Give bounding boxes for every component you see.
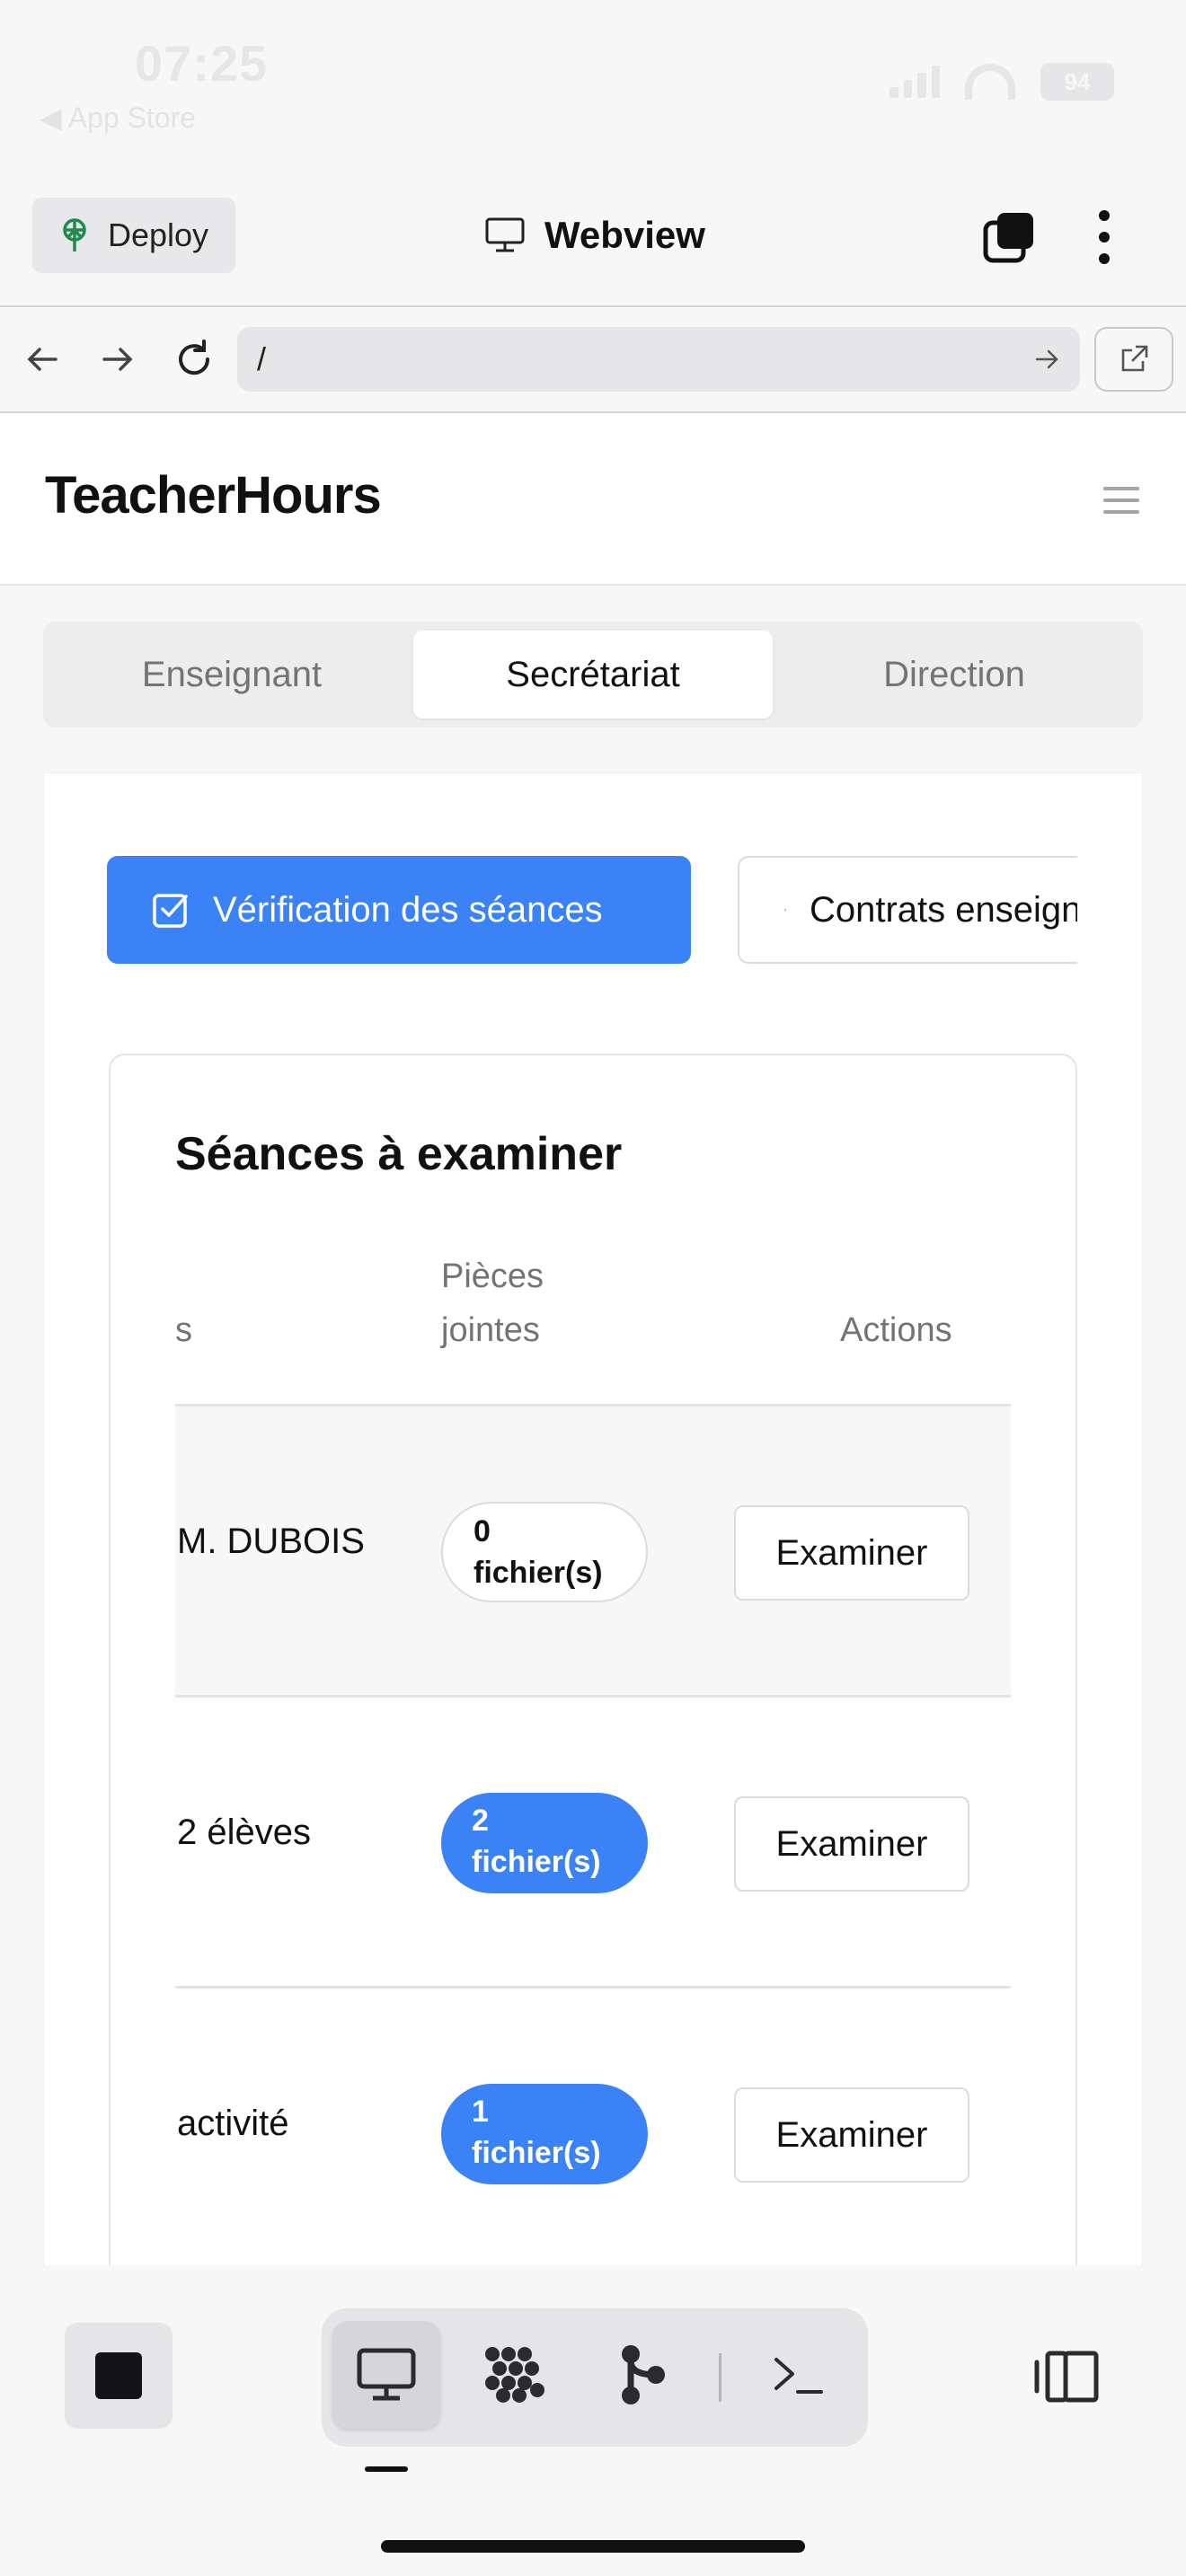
tab-secretariat[interactable]: Secrétariat [413, 631, 773, 719]
pane-title[interactable]: Webview [485, 214, 705, 257]
app-header: TeacherHours [0, 413, 1186, 586]
wifi-icon [965, 64, 1015, 100]
forward-icon[interactable] [92, 334, 142, 384]
attachments-badge: 2 fichier(s) [441, 1793, 648, 1893]
teacher-contracts-label: Contrats enseignants [809, 889, 1077, 930]
webview-tool-icon[interactable] [332, 2321, 440, 2429]
table-row[interactable]: 2 élèves 2 fichier(s) Examiner [175, 1698, 1011, 1989]
back-to-app-link[interactable]: ◀ App Store [40, 101, 196, 135]
open-external-icon [1121, 345, 1148, 372]
secretariat-panel: Vérification des séances Contrats enseig… [43, 772, 1143, 2265]
tool-separator [719, 2353, 721, 2402]
deploy-button[interactable]: Deploy [32, 198, 235, 273]
status-time: 07:25 [135, 35, 269, 92]
column-header-actions: Actions [840, 1311, 952, 1349]
stop-icon [95, 2352, 142, 2399]
tab-direction[interactable]: Direction [774, 631, 1134, 719]
examine-button[interactable]: Examiner [734, 1505, 969, 1601]
tab-enseignant[interactable]: Enseignant [52, 631, 412, 719]
sessions-table: s Pièces jointes Actions M. DUBOIS 0 fic… [175, 1244, 1011, 2265]
split-view-icon[interactable] [1033, 2348, 1100, 2405]
signal-icon [890, 66, 940, 98]
shell-tool-icon[interactable] [744, 2321, 852, 2429]
table-row[interactable]: activité 1 fichier(s) Examiner [175, 1989, 1011, 2265]
active-tool-indicator [365, 2466, 408, 2472]
session-cell-text: M. DUBOIS [177, 1522, 365, 1561]
attachments-badge: 0 fichier(s) [441, 1502, 648, 1602]
examine-button[interactable]: Examiner [734, 2087, 969, 2183]
git-tool-icon[interactable] [589, 2321, 697, 2429]
deploy-label: Deploy [108, 216, 209, 253]
menu-icon[interactable] [1103, 487, 1139, 514]
examine-button[interactable]: Examiner [734, 1796, 969, 1892]
pane-title-text: Webview [544, 214, 705, 256]
workspace-bottom-toolbar [0, 2265, 1186, 2576]
session-cell-text: activité [177, 2104, 289, 2143]
open-external-button[interactable] [1094, 327, 1173, 392]
agent-tool-icon[interactable] [462, 2321, 570, 2429]
check-square-icon [153, 894, 188, 928]
section-buttons: Vérification des séances Contrats enseig… [107, 856, 1077, 966]
teacher-contracts-button[interactable]: Contrats enseignants [738, 856, 1077, 964]
file-plus-icon [784, 908, 786, 912]
app-brand[interactable]: TeacherHours [45, 465, 382, 525]
table-row[interactable]: M. DUBOIS 0 fichier(s) Examiner [175, 1407, 1011, 1698]
role-tabs: Enseignant Secrétariat Direction [43, 622, 1143, 728]
url-input[interactable]: / [237, 327, 1080, 392]
back-icon[interactable] [18, 334, 68, 384]
home-indicator [381, 2540, 805, 2553]
monitor-icon [485, 217, 525, 252]
more-icon[interactable] [1091, 210, 1118, 264]
status-icons: 94 [890, 63, 1114, 101]
sessions-card-title: Séances à examiner [175, 1128, 623, 1180]
attachments-badge: 1 fichier(s) [441, 2084, 648, 2184]
tabs-icon[interactable] [983, 210, 1037, 264]
url-go-icon[interactable] [1033, 346, 1060, 373]
url-text: / [257, 340, 267, 377]
stop-button[interactable] [65, 2323, 173, 2429]
sessions-card: Séances à examiner s Pièces jointes Acti… [109, 1054, 1077, 2265]
webview-content: TeacherHours Enseignant Secrétariat Dire… [0, 413, 1186, 2265]
status-bar: 07:25 ◀ App Store 94 [0, 0, 1186, 171]
column-header-partial: s [175, 1311, 192, 1349]
browser-url-bar: / [0, 305, 1186, 413]
column-header-attachments: Pièces jointes [441, 1257, 544, 1349]
reload-icon[interactable] [169, 334, 219, 384]
battery-icon: 94 [1040, 63, 1114, 101]
session-cell-text: 2 élèves [177, 1813, 311, 1852]
workspace-topbar: Deploy Webview [0, 171, 1186, 305]
verify-sessions-label: Vérification des séances [213, 889, 603, 930]
tool-switcher [322, 2308, 868, 2447]
deploy-icon [63, 218, 86, 251]
verify-sessions-button[interactable]: Vérification des séances [107, 856, 691, 964]
